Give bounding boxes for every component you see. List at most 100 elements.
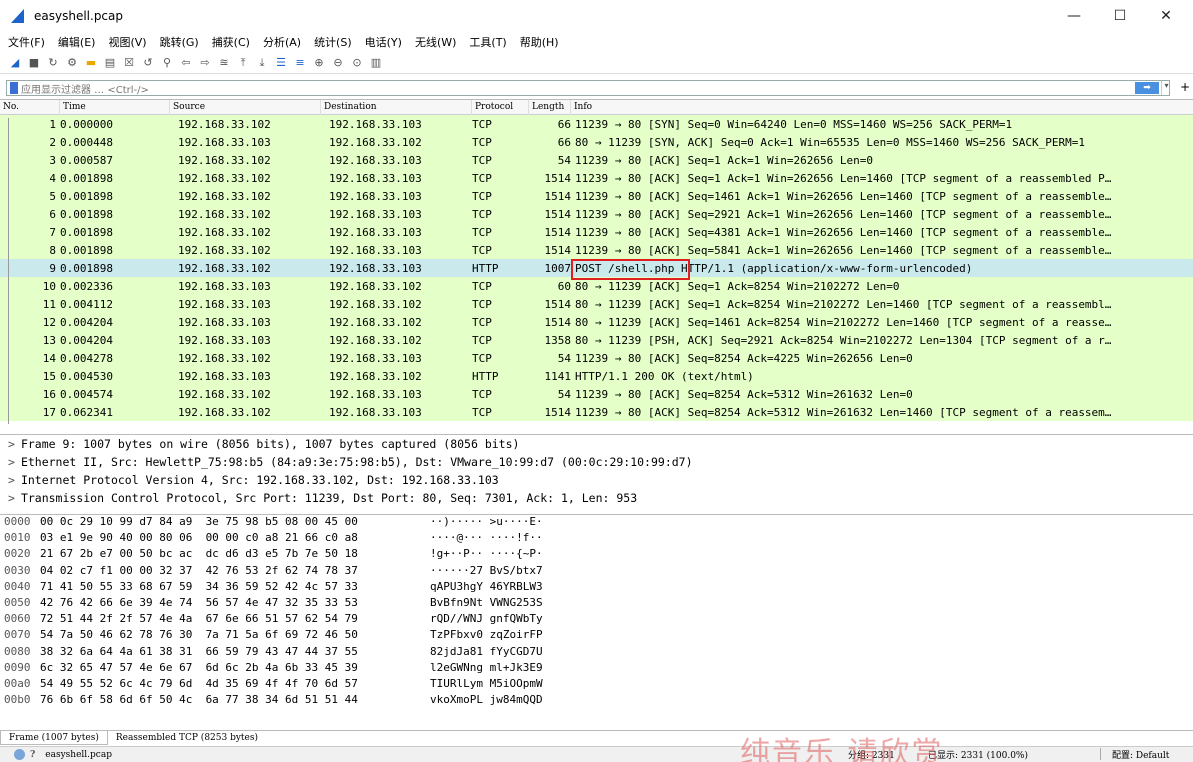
packet-row[interactable]: 7 0.001898 192.168.33.102 192.168.33.103 TCP… <box>0 223 1193 244</box>
col-info[interactable]: Info <box>571 100 1193 115</box>
menu-tools[interactable]: 工具(T) <box>469 34 506 50</box>
bytes-hex[interactable]: 21 67 2b e7 00 50 bc ac dc d6 d3 e5 7b 7… <box>40 547 430 563</box>
detail-ethernet[interactable]: > Ethernet II, Src: HewlettP_75:98:b5 (84… <box>0 453 1193 471</box>
packet-row[interactable]: 12 0.004204 192.168.33.103 192.168.33.102 TC… <box>0 313 1193 334</box>
expand-arrow-icon[interactable]: > <box>8 437 15 451</box>
packet-row[interactable]: 8 0.001898 192.168.33.102 192.168.33.103 TCP… <box>0 241 1193 262</box>
bytes-ascii[interactable]: vkoXmoPL jw84mQQD <box>430 693 630 709</box>
bytes-hex[interactable]: 00 0c 29 10 99 d7 84 a9 3e 75 98 b5 08 0… <box>40 515 430 531</box>
zoom-out-icon[interactable]: ⊖ <box>331 56 345 70</box>
bytes-offset[interactable]: 0040 <box>0 580 40 596</box>
bytes-hex[interactable]: 54 49 55 52 6c 4c 79 6d 4d 35 69 4f 4f 7… <box>40 677 430 693</box>
bytes-ascii[interactable]: qAPU3hgY 46YRBLW3 <box>430 580 630 596</box>
colorize-icon[interactable]: ≡ <box>293 56 307 70</box>
detail-ip[interactable]: > Internet Protocol Version 4, Src: 192.1… <box>0 471 1193 489</box>
packet-row[interactable]: 11 0.004112 192.168.33.103 192.168.33.102 TC… <box>0 295 1193 316</box>
bytes-offset[interactable]: 0020 <box>0 547 40 563</box>
bytes-offset[interactable]: 0080 <box>0 645 40 661</box>
status-profile[interactable]: 配置: Default <box>1112 748 1169 761</box>
menu-edit[interactable]: 编辑(E) <box>58 34 96 50</box>
bytes-hex[interactable]: 54 7a 50 46 62 78 76 30 7a 71 5a 6f 69 7… <box>40 628 430 644</box>
expand-arrow-icon[interactable]: > <box>8 491 15 505</box>
packet-row[interactable]: 17 0.062341 192.168.33.102 192.168.33.103 TC… <box>0 403 1193 424</box>
bytes-offset[interactable]: 0060 <box>0 612 40 628</box>
filter-dropdown-icon[interactable]: ▾ <box>1161 81 1171 95</box>
bytes-offset[interactable]: 0070 <box>0 628 40 644</box>
bytes-ascii[interactable]: TzPFbxv0 zqZoirFP <box>430 628 630 644</box>
save-file-icon[interactable]: ▤ <box>103 56 117 70</box>
bytes-ascii[interactable]: l2eGWNng ml+Jk3E9 <box>430 661 630 677</box>
menu-wireless[interactable]: 无线(W) <box>415 34 456 50</box>
packet-row[interactable]: 5 0.001898 192.168.33.102 192.168.33.103 TCP… <box>0 187 1193 208</box>
menu-statistics[interactable]: 统计(S) <box>314 34 352 50</box>
display-filter-bar[interactable]: 应用显示过滤器 … <Ctrl-/> ➡ ▾ <box>6 80 1170 96</box>
packet-row[interactable]: 13 0.004204 192.168.33.103 192.168.33.102 TC… <box>0 331 1193 352</box>
go-to-packet-icon[interactable]: ≊ <box>217 56 231 70</box>
detail-frame[interactable]: > Frame 9: 1007 bytes on wire (8056 bits)… <box>0 435 1193 453</box>
packet-row[interactable]: 1 0.000000 192.168.33.102 192.168.33.103 TCP… <box>0 115 1193 136</box>
bytes-hex[interactable]: 42 76 42 66 6e 39 4e 74 56 57 4e 47 32 3… <box>40 596 430 612</box>
expand-arrow-icon[interactable]: > <box>8 473 15 487</box>
go-forward-icon[interactable]: ⇨ <box>198 56 212 70</box>
bytes-hex[interactable]: 71 41 50 55 33 68 67 59 34 36 59 52 42 4… <box>40 580 430 596</box>
bytes-offset[interactable]: 0000 <box>0 515 40 531</box>
menu-help[interactable]: 帮助(H) <box>520 34 559 50</box>
minimize-button[interactable]: — <box>1051 0 1097 32</box>
packet-row[interactable]: 10 0.002336 192.168.33.103 192.168.33.102 TC… <box>0 277 1193 298</box>
expand-arrow-icon[interactable]: > <box>8 455 15 469</box>
packet-row[interactable]: 6 0.001898 192.168.33.102 192.168.33.103 TCP… <box>0 205 1193 226</box>
autoscroll-icon[interactable]: ☰ <box>274 56 288 70</box>
last-packet-icon[interactable]: ⤓ <box>255 56 269 70</box>
bytes-hex[interactable]: 03 e1 9e 90 40 00 80 06 00 00 c0 a8 21 6… <box>40 531 430 547</box>
packet-row[interactable]: 15 0.004530 192.168.33.103 192.168.33.102 HT… <box>0 367 1193 388</box>
packet-row[interactable]: 16 0.004574 192.168.33.102 192.168.33.103 TC… <box>0 385 1193 406</box>
menu-analyze[interactable]: 分析(A) <box>263 34 301 50</box>
bytes-ascii[interactable]: rQD//WNJ gnfQWbTy <box>430 612 630 628</box>
filter-input[interactable]: 应用显示过滤器 … <Ctrl-/> <box>21 81 149 96</box>
open-file-icon[interactable]: ▬ <box>84 56 98 70</box>
bytes-offset[interactable]: 00b0 <box>0 693 40 709</box>
col-time[interactable]: Time <box>60 100 170 115</box>
packet-row[interactable]: 14 0.004278 192.168.33.102 192.168.33.103 TC… <box>0 349 1193 370</box>
stop-capture-icon[interactable]: ■ <box>27 56 41 70</box>
close-file-icon[interactable]: ☒ <box>122 56 136 70</box>
bytes-hex[interactable]: 76 6b 6f 58 6d 6f 50 4c 6a 77 38 34 6d 5… <box>40 693 430 709</box>
capture-status-icon[interactable] <box>14 749 25 760</box>
zoom-reset-icon[interactable]: ⊙ <box>350 56 364 70</box>
bytes-ascii[interactable]: BvBfn9Nt VWNG253S <box>430 596 630 612</box>
packet-list[interactable]: No. Time Source Destination Protocol Len… <box>0 99 1193 431</box>
find-packet-icon[interactable]: ⚲ <box>160 56 174 70</box>
zoom-in-icon[interactable]: ⊕ <box>312 56 326 70</box>
detail-tcp[interactable]: > Transmission Control Protocol, Src Port… <box>0 489 1193 507</box>
bytes-ascii[interactable]: 82jdJa81 fYyCGD7U <box>430 645 630 661</box>
col-destination[interactable]: Destination <box>321 100 472 115</box>
col-length[interactable]: Length <box>529 100 571 115</box>
menu-capture[interactable]: 捕获(C) <box>212 34 250 50</box>
reload-file-icon[interactable]: ↺ <box>141 56 155 70</box>
packet-row[interactable]: 9 0.001898 192.168.33.102 192.168.33.103 HTT… <box>0 259 1193 280</box>
tab-frame-bytes[interactable]: Frame (1007 bytes) <box>0 730 108 745</box>
col-source[interactable]: Source <box>170 100 321 115</box>
go-back-icon[interactable]: ⇦ <box>179 56 193 70</box>
bytes-ascii[interactable]: !g+··P·· ····{~P· <box>430 547 630 563</box>
bytes-ascii[interactable]: ····@··· ····!f·· <box>430 531 630 547</box>
col-no[interactable]: No. <box>0 100 60 115</box>
bytes-hex[interactable]: 04 02 c7 f1 00 00 32 37 42 76 53 2f 62 7… <box>40 564 430 580</box>
menu-telephony[interactable]: 电话(Y) <box>365 34 402 50</box>
bytes-offset[interactable]: 00a0 <box>0 677 40 693</box>
packet-row[interactable]: 3 0.000587 192.168.33.102 192.168.33.103 TCP… <box>0 151 1193 172</box>
bookmark-filter-icon[interactable] <box>10 82 18 94</box>
capture-options-icon[interactable]: ⚙ <box>65 56 79 70</box>
tab-reassembled-tcp[interactable]: Reassembled TCP (8253 bytes) <box>108 731 266 745</box>
start-capture-icon[interactable]: ◢ <box>8 56 22 70</box>
packet-row[interactable]: 4 0.001898 192.168.33.102 192.168.33.103 TCP… <box>0 169 1193 190</box>
bytes-offset[interactable]: 0050 <box>0 596 40 612</box>
menu-view[interactable]: 视图(V) <box>108 34 146 50</box>
bytes-hex[interactable]: 38 32 6a 64 4a 61 38 31 66 59 79 43 47 4… <box>40 645 430 661</box>
bytes-ascii[interactable]: ······27 BvS/btx7 <box>430 564 630 580</box>
maximize-button[interactable]: ☐ <box>1097 0 1143 32</box>
resize-columns-icon[interactable]: ▥ <box>369 56 383 70</box>
first-packet-icon[interactable]: ⤒ <box>236 56 250 70</box>
bytes-hex[interactable]: 6c 32 65 47 57 4e 6e 67 6d 6c 2b 4a 6b 3… <box>40 661 430 677</box>
bytes-offset[interactable]: 0090 <box>0 661 40 677</box>
